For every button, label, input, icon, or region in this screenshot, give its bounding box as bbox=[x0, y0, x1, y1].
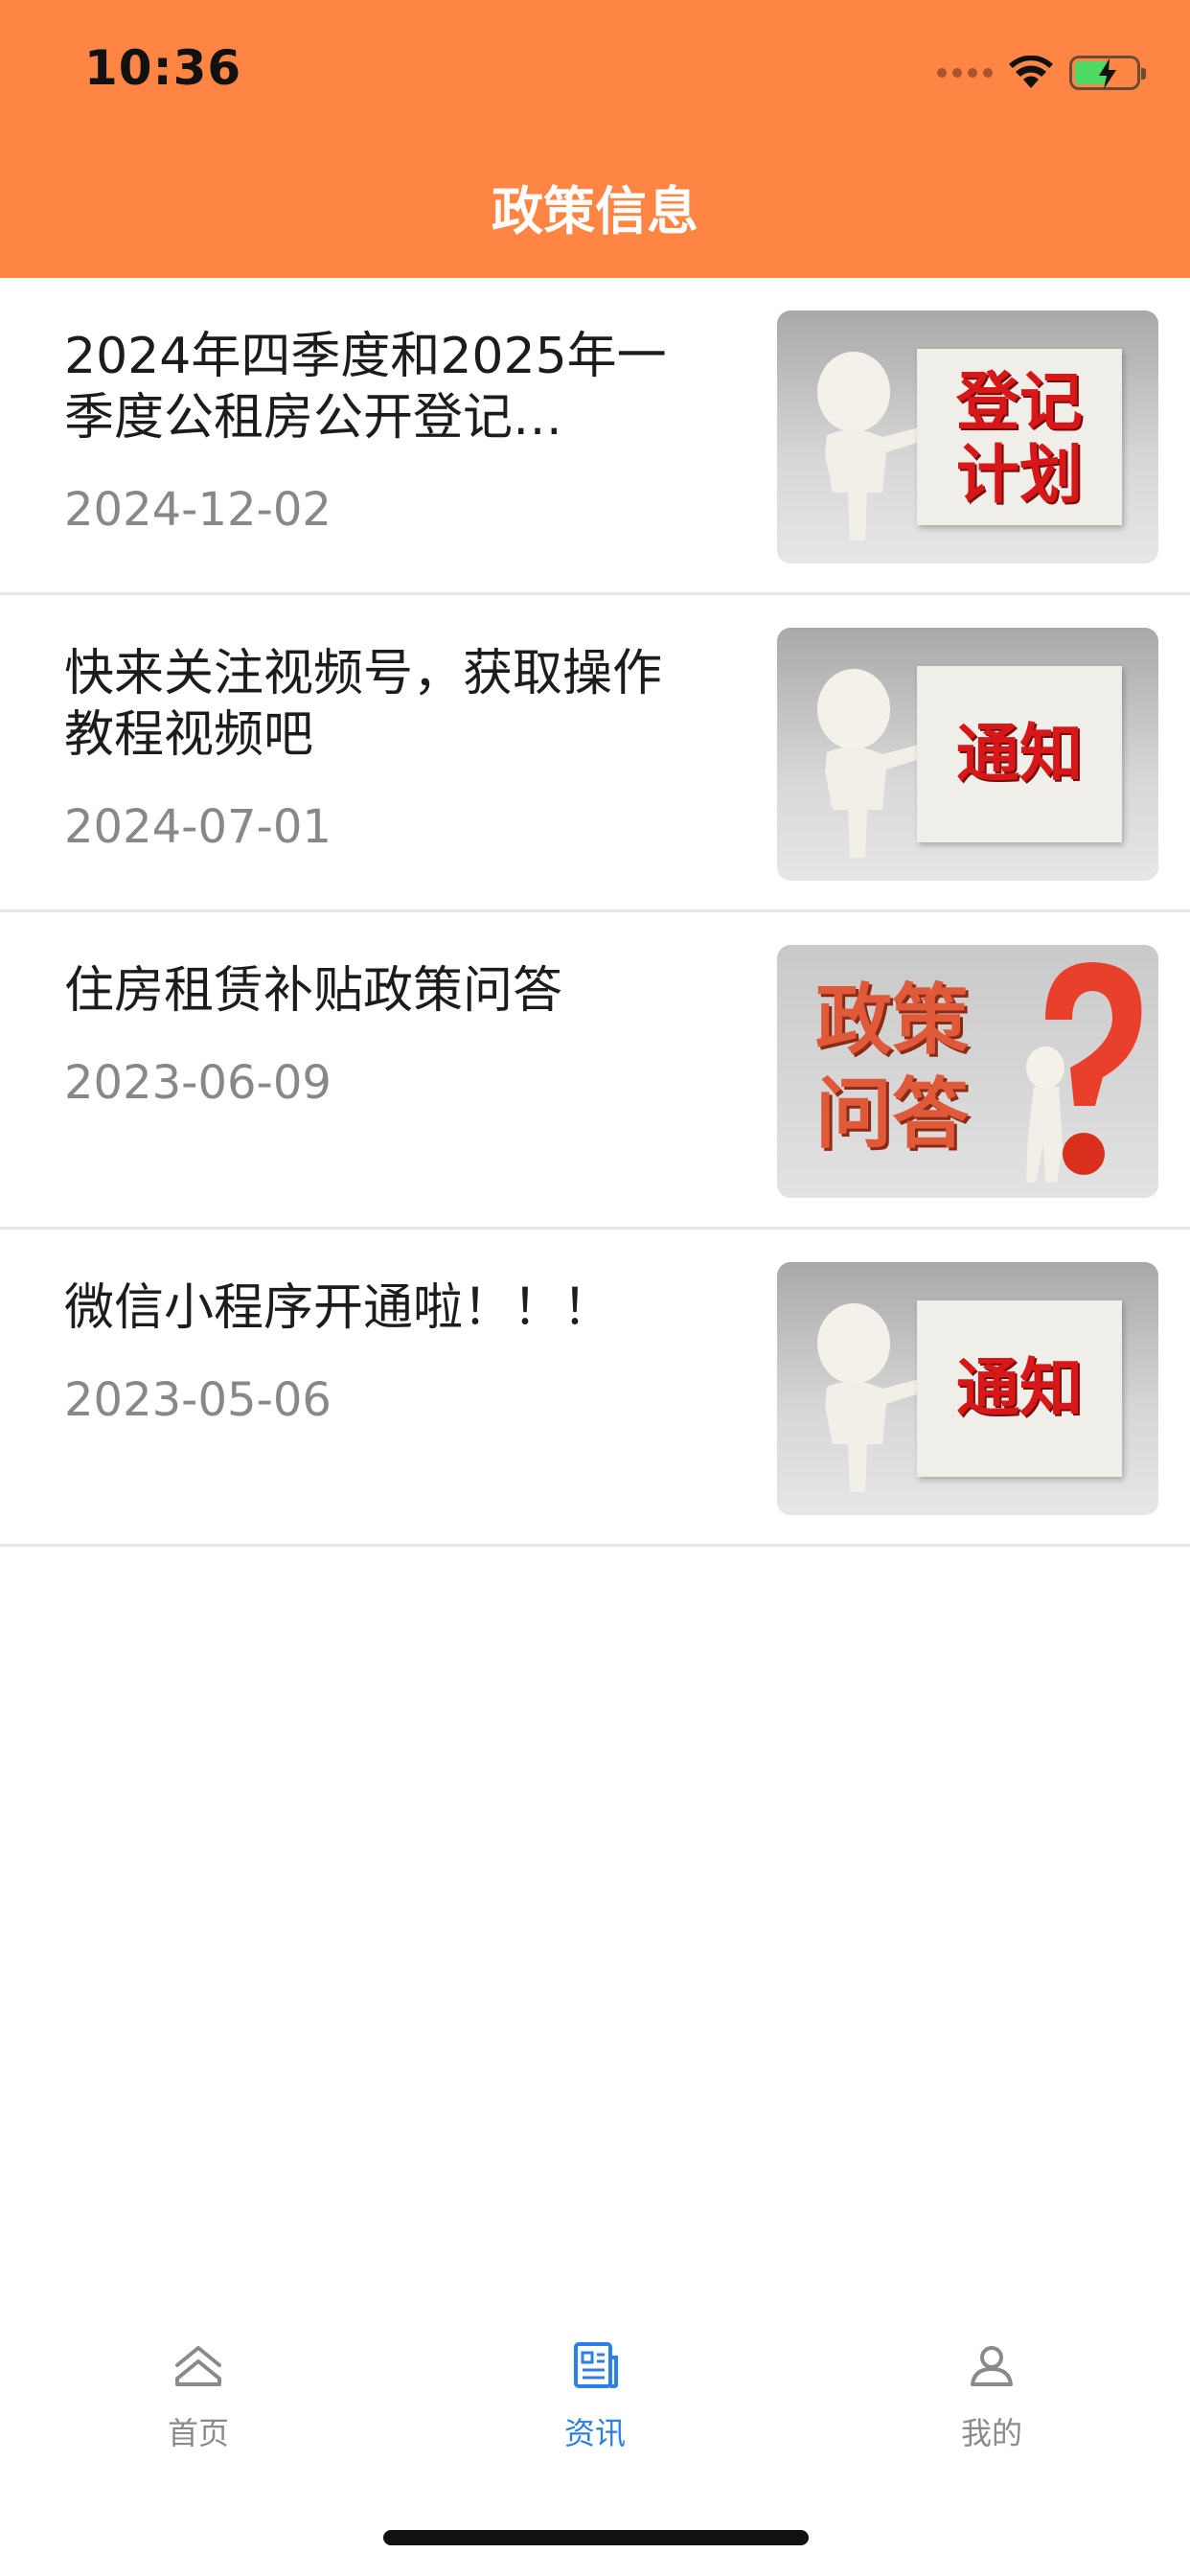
news-item[interactable]: 微信小程序开通啦！！！ 2023-05-06 通知 bbox=[0, 1230, 1190, 1547]
news-date: 2024-07-01 bbox=[64, 800, 332, 854]
news-icon bbox=[574, 2342, 618, 2388]
qa-thumb-text: 政策 问答 bbox=[815, 976, 969, 1159]
status-indicators bbox=[937, 54, 1146, 92]
question-mark-icon bbox=[1026, 962, 1142, 1183]
news-item[interactable]: 快来关注视频号，获取操作教程视频吧 2024-07-01 通知 bbox=[0, 595, 1190, 912]
tab-profile[interactable]: 我的 bbox=[793, 2319, 1190, 2511]
page-title: 政策信息 bbox=[492, 181, 698, 242]
news-title: 2024年四季度和2025年一季度公租房公开登记… bbox=[64, 328, 667, 447]
tab-bar: 首页 资讯 我的 bbox=[0, 2319, 1190, 2511]
nav-header: 10:36 政策信息 bbox=[0, 0, 1190, 278]
battery-icon bbox=[1069, 56, 1146, 90]
profile-icon bbox=[971, 2346, 1013, 2386]
notice-board: 登记 计划 bbox=[917, 349, 1122, 525]
news-thumbnail: 政策 问答 bbox=[777, 945, 1158, 1198]
tab-news[interactable]: 资讯 bbox=[397, 2319, 793, 2511]
home-indicator[interactable] bbox=[383, 2530, 809, 2545]
wifi-icon bbox=[1009, 56, 1053, 88]
news-date: 2023-06-09 bbox=[64, 1056, 332, 1110]
tab-label: 资讯 bbox=[563, 2415, 626, 2451]
news-thumbnail: 登记 计划 bbox=[777, 310, 1158, 564]
news-item[interactable]: 住房租赁补贴政策问答 2023-06-09 政策 问答 bbox=[0, 912, 1190, 1230]
news-item[interactable]: 2024年四季度和2025年一季度公租房公开登记… 2024-12-02 登记 … bbox=[0, 278, 1190, 595]
status-time: 10:36 bbox=[84, 40, 242, 96]
notice-board: 通知 bbox=[917, 666, 1122, 842]
home-icon bbox=[175, 2346, 221, 2386]
news-title: 住房租赁补贴政策问答 bbox=[64, 962, 563, 1020]
news-thumbnail: 通知 bbox=[777, 628, 1158, 881]
news-date: 2024-12-02 bbox=[64, 483, 332, 537]
news-title: 微信小程序开通啦！！！ bbox=[64, 1279, 613, 1337]
notice-board: 通知 bbox=[917, 1300, 1122, 1477]
cellular-signal-icon bbox=[937, 68, 993, 78]
news-date: 2023-05-06 bbox=[64, 1373, 332, 1427]
news-title: 快来关注视频号，获取操作教程视频吧 bbox=[64, 645, 663, 764]
news-thumbnail: 通知 bbox=[777, 1262, 1158, 1515]
news-list: 2024年四季度和2025年一季度公租房公开登记… 2024-12-02 登记 … bbox=[0, 278, 1190, 1547]
tab-home[interactable]: 首页 bbox=[0, 2319, 397, 2511]
tab-label: 我的 bbox=[960, 2415, 1022, 2451]
tab-label: 首页 bbox=[167, 2415, 229, 2451]
